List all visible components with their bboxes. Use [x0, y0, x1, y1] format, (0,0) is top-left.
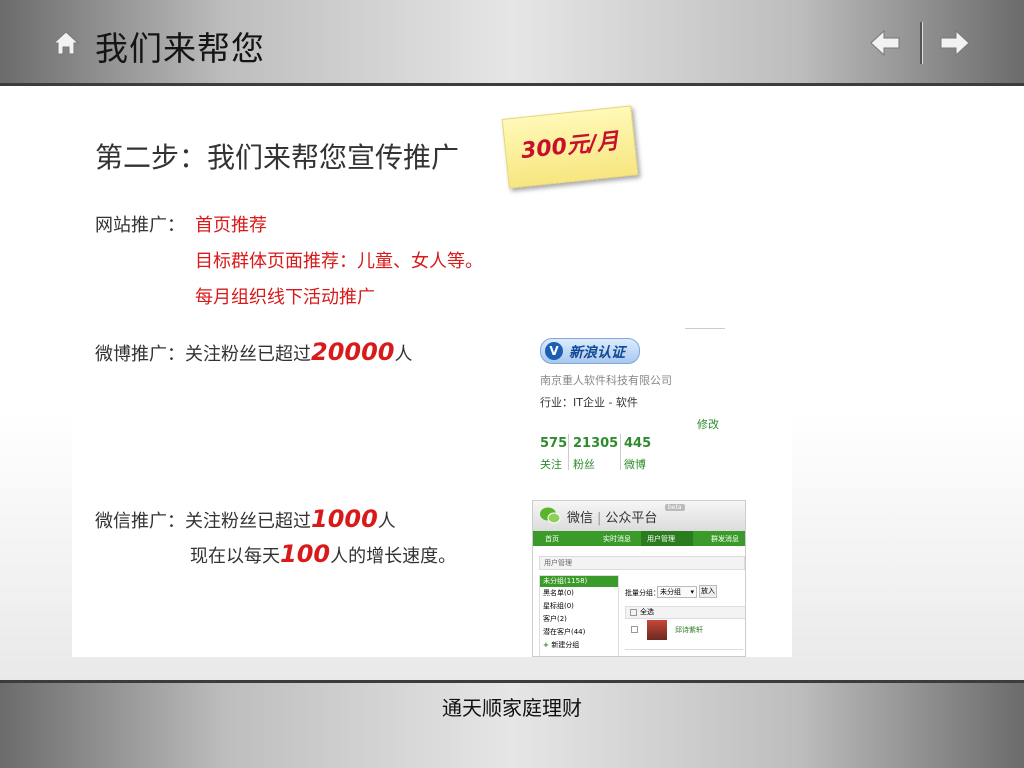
wechat-growth-text: 现在以每天100人的增长速度。 — [190, 540, 456, 568]
weibo-promo-suffix: 人 — [394, 344, 413, 365]
divider — [620, 434, 621, 470]
wechat-logo-icon — [540, 507, 561, 524]
wechat-promo-suffix: 人 — [377, 511, 396, 532]
wechat-growth-suffix: 人的增长速度。 — [330, 546, 457, 567]
stat-followers-label[interactable]: 粉丝 — [573, 456, 595, 472]
select-all-row: 全选 — [625, 606, 745, 619]
wechat-promo-text: 微信推广：关注粉丝已超过1000人 — [95, 505, 396, 533]
section-header: 用户管理 — [539, 556, 745, 570]
price-sticky-note: 300元/月 — [501, 105, 639, 189]
avatar — [647, 620, 667, 640]
wechat-daily-growth: 100 — [280, 540, 331, 568]
nav-divider — [920, 22, 923, 64]
group-item[interactable]: 客户(2) — [540, 613, 618, 626]
group-item[interactable]: 潜在客户(44) — [540, 626, 618, 639]
batch-select-value: 未分组 — [660, 588, 681, 596]
price-label: 300元/月 — [519, 128, 620, 165]
group-item[interactable]: 星标组(0) — [540, 600, 618, 613]
group-item[interactable]: 黑名单(0) — [540, 587, 618, 600]
arrow-right-icon[interactable] — [938, 26, 972, 60]
title-separator: | — [597, 511, 602, 526]
wechat-card: 微信 | 公众平台 beta 首页 实时消息 用户管理 群发消息 用户管理 未分组(… — [532, 500, 746, 657]
group-list: 未分组(1158) 黑名单(0) 星标组(0) 客户(2) 潜在客户(44) +… — [539, 575, 619, 656]
wechat-promo-prefix: 微信推广：关注粉丝已超过 — [95, 511, 311, 532]
stat-followers-value: 21305 — [573, 436, 619, 451]
website-item: 目标群体页面推荐：儿童、女人等。 — [195, 251, 483, 272]
company-name: 南京重人软件科技有限公司 — [540, 374, 672, 387]
group-item-active[interactable]: 未分组(1158) — [540, 576, 618, 587]
website-item: 首页推荐 — [195, 215, 267, 236]
verified-label: 新浪认证 — [569, 345, 625, 361]
stat-posts-value: 445 — [624, 436, 652, 451]
stat-following-label[interactable]: 关注 — [540, 456, 562, 472]
wechat-growth-prefix: 现在以每天 — [190, 546, 280, 567]
nav-messages[interactable]: 实时消息 — [603, 534, 631, 544]
batch-label: 批量分组： — [625, 589, 660, 597]
user-checkbox[interactable] — [631, 626, 638, 633]
website-label: 网站推广： — [95, 215, 185, 236]
edit-link[interactable]: 修改 — [697, 416, 719, 432]
user-name[interactable]: 邱诗紫轩 — [675, 625, 703, 635]
stat-following-value: 575 — [540, 436, 568, 451]
industry-label: 行业：IT企业 - 软件 — [540, 396, 638, 409]
divider — [625, 649, 743, 650]
page-title: 我们来帮您 — [95, 29, 265, 68]
divider — [568, 434, 569, 470]
footer-text: 通天顺家庭理财 — [442, 696, 582, 720]
arrow-left-icon[interactable] — [868, 26, 902, 60]
weibo-promo-text: 微博推广：关注粉丝已超过20000人 — [95, 338, 413, 366]
select-all-label: 全选 — [640, 608, 654, 616]
nav-home[interactable]: 首页 — [545, 534, 559, 544]
weibo-card: V 新浪认证 南京重人软件科技有限公司 行业：IT企业 - 软件 修改 575 … — [535, 328, 730, 476]
new-group-button[interactable]: + 新建分组 — [540, 639, 618, 652]
verified-v-icon: V — [545, 342, 563, 360]
wechat-brand: 微信 — [567, 511, 594, 526]
weibo-promo-prefix: 微博推广：关注粉丝已超过 — [95, 344, 311, 365]
join-button[interactable]: 放入 — [699, 585, 717, 598]
sina-verified-badge: V 新浪认证 — [540, 338, 640, 364]
new-group-label: 新建分组 — [551, 641, 580, 649]
stat-posts-label[interactable]: 微博 — [624, 456, 646, 472]
select-all-checkbox[interactable] — [630, 608, 637, 616]
nav-users[interactable]: 用户管理 — [647, 534, 675, 544]
divider — [685, 328, 725, 329]
platform-label: 公众平台 — [605, 511, 658, 526]
batch-group-select[interactable]: 未分组 ▾ — [657, 586, 697, 598]
chevron-down-icon: ▾ — [690, 588, 694, 596]
nav-broadcast[interactable]: 群发消息 — [711, 534, 739, 544]
beta-badge: beta — [665, 504, 685, 511]
wechat-brand-title: 微信 | 公众平台 — [567, 507, 657, 526]
website-item: 每月组织线下活动推广 — [195, 287, 375, 308]
header-bar: 我们来帮您 — [0, 0, 1024, 86]
step-title: 第二步：我们来帮您宣传推广 — [95, 141, 460, 174]
home-icon[interactable] — [52, 30, 80, 56]
wechat-top-nav: 首页 实时消息 用户管理 群发消息 — [533, 531, 745, 546]
weibo-follower-count: 20000 — [311, 338, 395, 366]
wechat-header: 微信 | 公众平台 beta — [533, 501, 745, 531]
wechat-follower-count: 1000 — [311, 505, 378, 533]
